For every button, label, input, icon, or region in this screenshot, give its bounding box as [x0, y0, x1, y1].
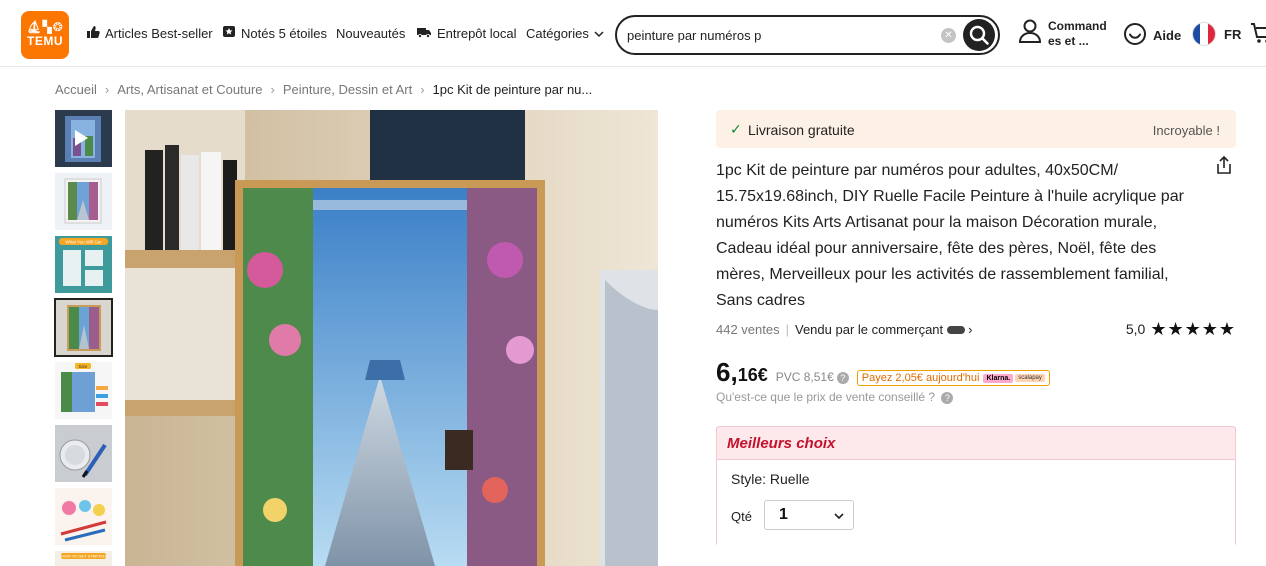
quantity-value: 1 — [779, 506, 788, 523]
chevron-down-icon — [594, 26, 604, 41]
price-block: 6, 16€ PVC 8,51€ ? Payez 2,05€ aujourd'h… — [716, 357, 1050, 388]
product-painting-image — [125, 110, 658, 566]
help-link[interactable]: Aide — [1123, 22, 1181, 49]
how-to-label: HOW TO GET STARTED — [61, 554, 106, 559]
price-main: 6, — [716, 357, 738, 387]
rrp-question-label: Qu'est-ce que le prix de vente conseillé… — [716, 390, 936, 404]
breadcrumb-painting[interactable]: Peinture, Dessin et Art — [283, 82, 412, 97]
france-flag-icon — [1192, 22, 1216, 46]
search-bar: ✕ — [615, 15, 1000, 55]
chevron-right-icon: › — [420, 82, 425, 97]
star-rating-icon: ★★★★★ — [1150, 319, 1236, 339]
search-input[interactable] — [627, 25, 937, 45]
scalapay-logo-icon: scalapay — [1015, 374, 1045, 382]
search-icon — [969, 25, 989, 45]
nav-local-warehouse[interactable]: Entrepôt local — [416, 0, 517, 67]
share-icon — [1217, 155, 1231, 174]
nav-bestsellers-label: Articles Best-seller — [105, 26, 213, 41]
language-selector[interactable]: FR — [1192, 22, 1241, 46]
quantity-label: Qté — [731, 509, 752, 524]
breadcrumb-arts-crafts[interactable]: Arts, Artisanat et Couture — [117, 82, 262, 97]
breadcrumb-home[interactable]: Accueil — [55, 82, 97, 97]
how-to-start-image: HOW TO GET STARTED — [55, 551, 112, 566]
free-shipping-label: Livraison gratuite — [748, 122, 855, 138]
klarna-logo-icon: Klarna. — [983, 373, 1014, 383]
breadcrumb: Accueil › Arts, Artisanat et Couture › P… — [55, 82, 592, 97]
cart-button[interactable] — [1250, 21, 1266, 50]
nav-local-label: Entrepôt local — [437, 26, 517, 41]
truck-icon — [416, 25, 432, 42]
thumbs-up-icon — [86, 25, 100, 42]
size-label: Size — [79, 364, 88, 369]
main-product-image[interactable] — [125, 110, 658, 566]
language-code: FR — [1224, 26, 1242, 42]
support-chat-icon — [1123, 22, 1147, 49]
product-title: 1pc Kit de peinture par numéros pour adu… — [716, 162, 1184, 309]
style-option[interactable]: Style: Ruelle — [731, 471, 810, 487]
checkmark-icon: ✓ — [730, 121, 742, 137]
thumbnail-3[interactable]: What You Will Get — [55, 236, 112, 293]
size-chart-image: Size — [55, 362, 112, 419]
play-icon — [75, 130, 88, 146]
help-circle-icon[interactable]: ? — [836, 372, 849, 384]
store-badge-icon — [947, 325, 966, 334]
temu-logo[interactable]: ⛵︎▚❂ TEMU — [21, 11, 69, 59]
help-label: Aide — [1153, 28, 1182, 43]
nav-five-stars[interactable]: Notés 5 étoiles — [222, 0, 327, 67]
sales-meta: 442 ventes | Vendu par le commerçant › — [716, 322, 972, 337]
orders-label: Command es et ... — [1048, 18, 1107, 48]
help-circle-icon: ? — [941, 391, 954, 404]
nav-new[interactable]: Nouveautés — [336, 0, 405, 67]
logo-text: TEMU — [27, 34, 63, 48]
options-box: Style: Ruelle Qté 1 — [717, 459, 1235, 546]
rrp-price: PVC 8,51€ — [775, 370, 834, 384]
painting-selected-image — [55, 299, 112, 356]
rating-value: 5,0 — [1125, 321, 1146, 337]
seller-link[interactable]: Vendu par le commerçant — [795, 322, 943, 337]
orders-account-link[interactable]: Command es et ... — [1018, 18, 1108, 49]
best-choice-title: Meilleurs choix — [727, 435, 836, 452]
nav-categories-label: Catégories — [526, 26, 589, 41]
breadcrumb-current: 1pc Kit de peinture par nu... — [432, 82, 593, 97]
rrp-question[interactable]: Qu'est-ce que le prix de vente conseillé… — [716, 390, 954, 404]
chevron-right-icon: › — [270, 82, 275, 97]
chevron-right-icon[interactable]: › — [968, 322, 972, 337]
brushes-kit-image — [55, 488, 112, 545]
nav-new-label: Nouveautés — [336, 26, 406, 41]
thumbnail-8[interactable]: HOW TO GET STARTED — [55, 551, 112, 566]
paint-pots-image — [55, 425, 112, 482]
chevron-right-icon: › — [104, 82, 110, 97]
thumbnail-6[interactable] — [55, 425, 112, 482]
thumbnail-7[interactable] — [55, 488, 112, 545]
site-header: ⛵︎▚❂ TEMU Articles Best-seller Notés 5 é… — [0, 0, 1266, 67]
clear-search-icon[interactable]: ✕ — [941, 28, 956, 43]
klarna-text: Payez 2,05€ aujourd'hui — [861, 372, 980, 384]
what-you-get-image: What You Will Get — [55, 236, 112, 293]
user-icon — [1018, 18, 1042, 49]
thumbnail-2[interactable] — [55, 173, 112, 230]
rating-summary[interactable]: 5,0 ★★★★★ — [1125, 319, 1236, 339]
incredible-label: Incroyable ! — [1152, 123, 1220, 138]
painting-preview-image — [55, 173, 112, 230]
chevron-down-icon — [833, 509, 845, 527]
nav-five-stars-label: Notés 5 étoiles — [241, 26, 327, 41]
divider: | — [785, 322, 789, 337]
thumbnail-video[interactable] — [55, 110, 112, 167]
nav-categories[interactable]: Catégories — [526, 0, 604, 67]
nav-bestsellers[interactable]: Articles Best-seller — [86, 0, 213, 67]
klarna-installment-badge[interactable]: Payez 2,05€ aujourd'hui Klarna. scalapay — [856, 370, 1050, 386]
logo-glyphs: ⛵︎▚❂ — [26, 20, 64, 34]
search-button[interactable] — [963, 19, 995, 51]
quantity-select[interactable]: 1 — [764, 500, 854, 530]
sales-count: 442 ventes — [716, 322, 780, 337]
cart-icon — [1251, 23, 1266, 43]
price-cents: 16€ — [737, 365, 768, 385]
best-choice-panel: Meilleurs choix Style: Ruelle Qté 1 — [716, 426, 1236, 546]
thumbnail-4-selected[interactable] — [54, 298, 113, 357]
what-you-get-label: What You Will Get — [65, 240, 102, 245]
free-shipping-banner: ✓ Livraison gratuite Incroyable ! — [716, 110, 1236, 148]
star-badge-icon — [222, 25, 236, 42]
thumbnail-5[interactable]: Size — [55, 362, 112, 419]
share-button[interactable] — [1214, 155, 1234, 180]
